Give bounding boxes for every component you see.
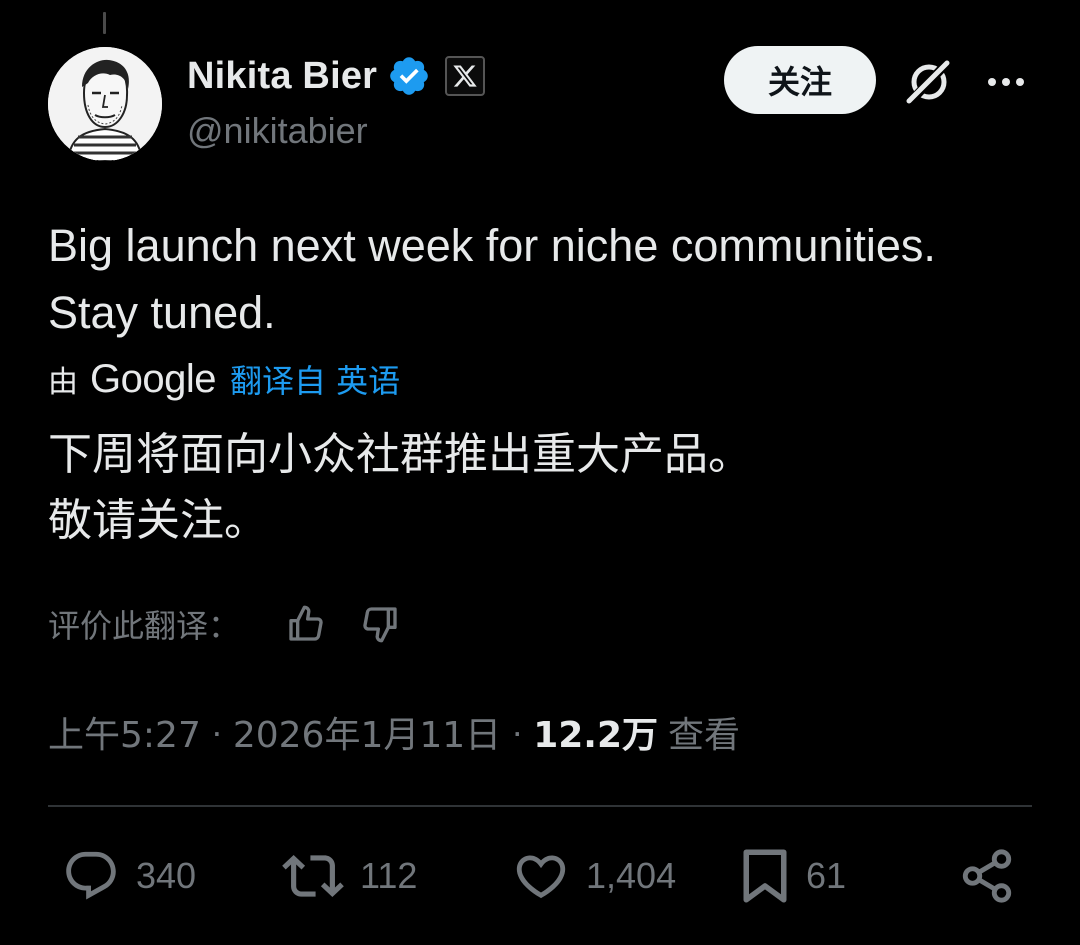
share-icon [962,849,1012,903]
author-display-name[interactable]: Nikita Bier [187,55,377,98]
retweet-icon [282,855,344,897]
share-button[interactable] [958,846,1016,906]
tweet-time[interactable]: 上午5:27 [48,706,201,758]
translated-from-link[interactable]: 翻译自 英语 [230,356,400,402]
thumbs-down-button[interactable] [358,602,402,646]
meta-separator: · [511,711,524,752]
more-options-icon[interactable] [982,62,1030,102]
tweet-text: Big launch next week for niche communiti… [48,212,1048,346]
author-handle[interactable]: @nikitabier [187,110,368,152]
reply-icon [66,851,116,900]
avatar[interactable] [48,47,162,161]
translation-attribution: 由 Google 翻译自 英语 [48,354,400,404]
reply-count: 340 [136,855,197,896]
tweet-text-line: Big launch next week for niche communiti… [48,220,936,271]
thumbs-up-icon [289,605,323,641]
translated-by-label: 由 [48,365,78,400]
drag-handle [103,12,106,34]
x-logo-icon [445,56,486,96]
views-label: 查看 [668,715,741,756]
bookmark-icon [743,849,787,903]
author-name-row: Nikita Bier [187,54,486,98]
tweet-meta: 上午5:27 · 2026年1月11日 · 12.2万 查看 [48,706,740,758]
google-logo: Google [90,356,216,401]
rate-translation-label: 评价此翻译： [48,607,241,645]
rate-translation-row: 评价此翻译： [48,598,402,650]
translated-text-line: 下周将面向小众社群推出重大产品。 [48,429,752,480]
grok-icon[interactable] [900,54,956,110]
thumbs-up-button[interactable] [284,602,328,646]
retweet-button[interactable]: 112 [282,846,417,906]
like-count: 1,404 [586,855,677,896]
retweet-count: 112 [360,855,418,896]
tweet-date[interactable]: 2026年1月11日 [233,706,501,758]
follow-button[interactable]: 关注 [724,46,876,114]
translated-text: 下周将面向小众社群推出重大产品。 敬请关注。 [48,422,1048,554]
translated-text-line: 敬请关注。 [48,495,268,546]
heart-icon [516,855,566,899]
thumbs-down-icon [363,607,397,643]
views-count[interactable]: 12.2万 [533,706,658,758]
divider [48,805,1032,807]
bookmark-count: 61 [806,855,847,896]
meta-separator: · [210,711,223,752]
verified-badge-icon [390,57,428,95]
bookmark-button[interactable]: 61 [740,846,846,906]
like-button[interactable]: 1,404 [512,846,676,906]
reply-button[interactable]: 340 [62,846,196,906]
tweet-text-line: Stay tuned. [48,287,276,338]
